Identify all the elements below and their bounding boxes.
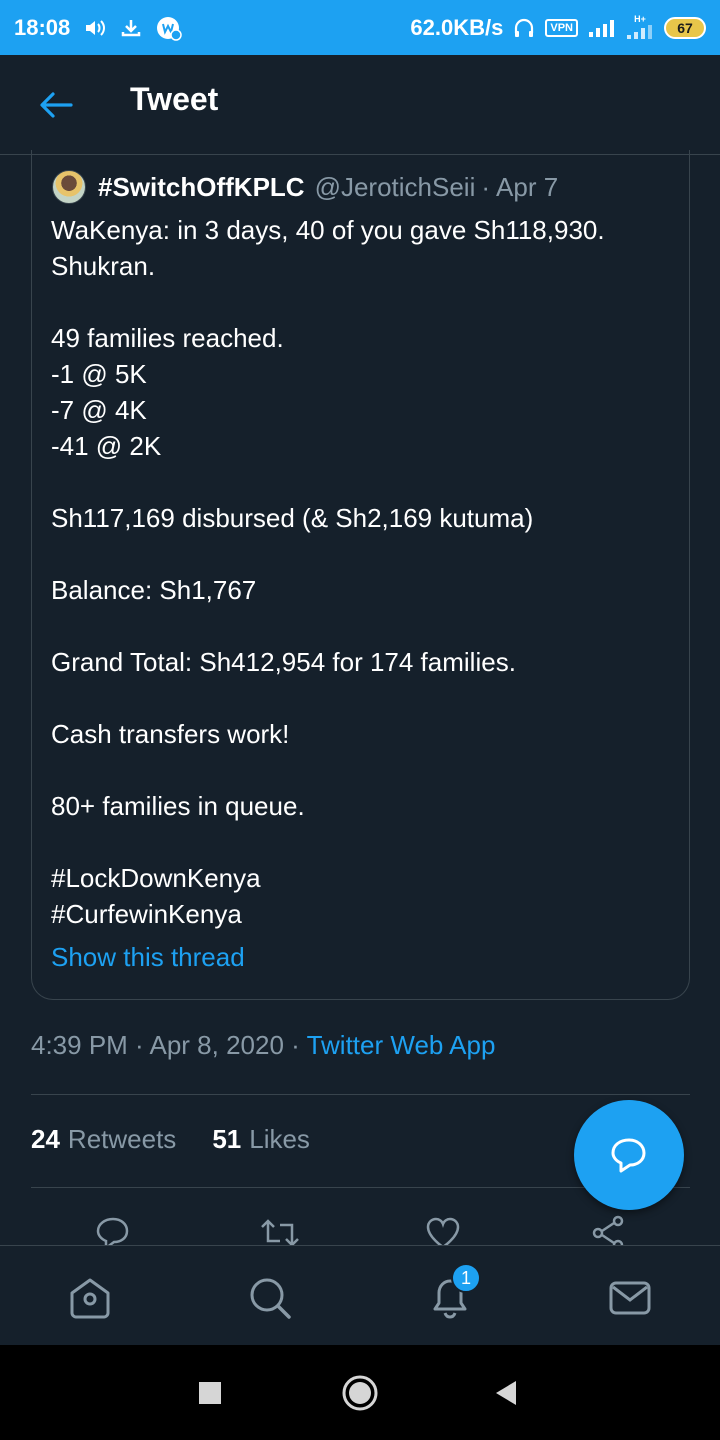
tweet-line: Balance: Sh1,767 <box>51 575 257 605</box>
tweet-line: Sh117,169 disbursed (& Sh2,169 kutuma) <box>51 503 534 533</box>
vpn-icon: VPN <box>545 18 578 37</box>
likes-stat[interactable]: 51 Likes <box>212 1124 310 1155</box>
tweet-line: Shukran. <box>51 251 156 281</box>
tweet-actions <box>0 1205 720 1245</box>
quoted-author-name[interactable]: #SwitchOffKPLC <box>98 172 305 203</box>
like-button[interactable] <box>425 1215 461 1245</box>
home-button-icon <box>342 1375 378 1411</box>
tweet-line: -1 @ 5K <box>51 359 147 389</box>
retweet-button[interactable] <box>258 1215 302 1245</box>
source-app-link[interactable]: Twitter Web App <box>307 1030 496 1060</box>
download-icon <box>120 18 142 38</box>
network-speed: 62.0KB/s <box>410 14 504 40</box>
quoted-tweet-card[interactable]: #SwitchOffKPLC @JerotichSeii · Apr 7 WaK… <box>31 150 690 1000</box>
back-button-icon <box>496 1381 516 1405</box>
status-bar: 18:08 62.0KB/s VPN H+ 67 <box>0 0 720 55</box>
quoted-tweet-date: Apr 7 <box>496 171 559 202</box>
retweets-stat[interactable]: 24 Retweets <box>31 1124 176 1155</box>
share-button[interactable] <box>590 1215 626 1245</box>
tweet-line <box>51 752 671 788</box>
recent-apps-icon <box>199 1382 221 1404</box>
network-type: H+ <box>634 14 646 24</box>
separator-dot: · <box>127 1030 150 1060</box>
retweet-icon <box>261 1219 299 1245</box>
show-thread-link[interactable]: Show this thread <box>51 942 245 973</box>
tweet-line <box>51 608 671 644</box>
notification-badge: 1 <box>451 1263 481 1293</box>
tweet-line <box>51 680 671 716</box>
tweet-line <box>51 464 671 500</box>
nav-home[interactable] <box>66 1274 114 1322</box>
likes-count: 51 <box>212 1124 242 1154</box>
divider <box>31 1094 690 1095</box>
retweets-count: 24 <box>31 1124 60 1154</box>
tweet-line: -41 @ 2K <box>51 431 162 461</box>
back-button-system[interactable] <box>486 1373 526 1413</box>
hashtag-link[interactable]: #LockDownKenya <box>51 860 671 896</box>
messages-icon <box>609 1281 651 1315</box>
tweet-timestamp-row: 4:39 PM · Apr 8, 2020 · Twitter Web App <box>31 1030 495 1061</box>
system-navigation-bar <box>0 1345 720 1440</box>
like-icon <box>426 1217 460 1245</box>
quoted-tweet-text: WaKenya: in 3 days, 40 of you gave Sh118… <box>51 212 671 932</box>
likes-label: Likes <box>249 1124 310 1154</box>
tweet-line: Cash transfers work! <box>51 719 290 749</box>
headset-icon <box>513 17 535 39</box>
hashtag-link[interactable]: #CurfewinKenya <box>51 896 671 932</box>
retweets-label: Retweets <box>67 1124 177 1154</box>
nav-messages[interactable] <box>606 1274 654 1322</box>
tweet-line: Grand Total: Sh412,954 for 174 families. <box>51 647 516 677</box>
quoted-author-handle: @JerotichSeii <box>314 171 476 202</box>
signal-h-plus-icon: H+ <box>626 15 654 40</box>
volume-icon <box>84 18 106 38</box>
compose-reply-button[interactable] <box>574 1100 684 1210</box>
signal-icon <box>588 18 616 38</box>
recent-apps-button[interactable] <box>190 1373 230 1413</box>
compose-reply-icon <box>611 1138 646 1173</box>
separator-dot: · <box>481 171 491 202</box>
tweet-time: 4:39 PM <box>31 1030 128 1060</box>
home-icon <box>70 1278 110 1319</box>
share-icon <box>592 1215 624 1245</box>
tweet-line <box>51 284 671 320</box>
status-bar-left: 18:08 <box>14 14 183 41</box>
tweet-line <box>51 536 671 572</box>
nav-search[interactable] <box>246 1274 294 1322</box>
bottom-navigation <box>0 1245 720 1345</box>
search-icon <box>250 1278 291 1319</box>
reply-button[interactable] <box>95 1215 131 1245</box>
home-button[interactable] <box>340 1373 380 1413</box>
tweet-line: -7 @ 4K <box>51 395 147 425</box>
status-bar-right: 62.0KB/s VPN H+ 67 <box>410 15 706 41</box>
page-title: Tweet <box>130 81 219 117</box>
back-button[interactable] <box>36 85 76 125</box>
separator-dot: · <box>283 1030 307 1060</box>
engagement-stats: 24 Retweets 51 Likes <box>31 1124 310 1155</box>
reply-icon <box>96 1217 129 1245</box>
tweet-line: 49 families reached. <box>51 323 284 353</box>
battery-icon: 67 <box>664 16 706 39</box>
tweet-line: 80+ families in queue. <box>51 791 305 821</box>
tweet-date: Apr 8, 2020 <box>149 1030 284 1060</box>
app-notification-icon <box>156 15 183 41</box>
status-time: 18:08 <box>14 14 71 40</box>
back-arrow-icon <box>40 92 73 118</box>
avatar[interactable] <box>52 170 86 204</box>
top-app-bar: Tweet <box>0 55 720 155</box>
tweet-line: WaKenya: in 3 days, 40 of you gave Sh118… <box>51 215 605 245</box>
quoted-tweet-header: #SwitchOffKPLC @JerotichSeii · Apr 7 <box>52 170 558 204</box>
tweet-line <box>51 824 671 860</box>
